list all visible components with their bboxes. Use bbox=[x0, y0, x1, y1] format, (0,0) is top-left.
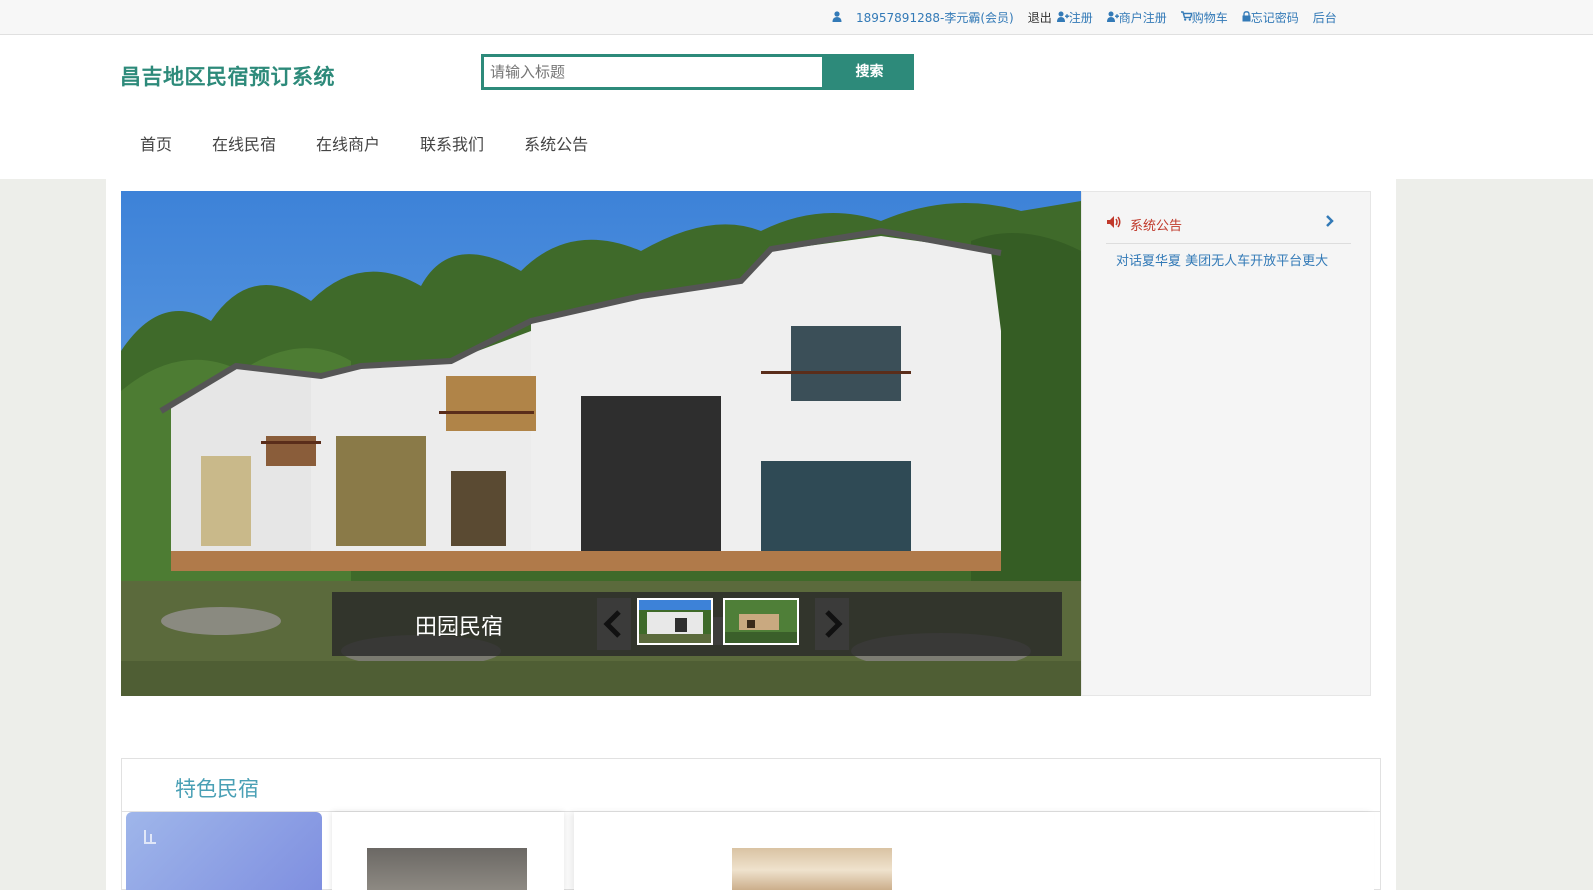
announcement-item[interactable]: 对话夏华夏 美团无人车开放平台更大 bbox=[1116, 250, 1328, 269]
announcement-header[interactable]: 系统公告 bbox=[1106, 212, 1351, 244]
cart-icon bbox=[1180, 11, 1193, 24]
carousel-thumb-1[interactable] bbox=[637, 598, 713, 645]
nav-item-home[interactable]: 首页 bbox=[120, 133, 192, 157]
search-input[interactable] bbox=[481, 54, 825, 90]
carousel-caption-bar: 田园民宿 bbox=[332, 592, 1062, 656]
logout-link[interactable]: 退出 bbox=[1028, 9, 1052, 26]
cart-link[interactable]: 购物车 bbox=[1192, 9, 1228, 26]
carousel-next-button[interactable] bbox=[815, 598, 849, 650]
nav-item-homestays[interactable]: 在线民宿 bbox=[192, 133, 296, 157]
featured-homestays-section: 特色民宿 bbox=[121, 758, 1381, 890]
register-link[interactable]: 注册 bbox=[1069, 9, 1093, 26]
featured-card[interactable] bbox=[332, 812, 564, 890]
announcement-title: 系统公告 bbox=[1130, 219, 1183, 234]
admin-link[interactable]: 后台 bbox=[1313, 9, 1337, 26]
speaker-icon bbox=[1107, 216, 1121, 228]
header: 昌吉地区民宿预订系统 搜索 首页 在线民宿 在线商户 联系我们 系统公告 bbox=[0, 35, 1593, 179]
top-bar: 18957891288-李元霸(会员) 退出 注册 商户注册 购物车 忘记密码 … bbox=[0, 0, 1593, 35]
merchant-add-icon bbox=[1106, 11, 1119, 25]
carousel-thumb-2[interactable] bbox=[723, 598, 799, 645]
featured-title: 特色民宿 bbox=[175, 777, 259, 801]
user-icon bbox=[832, 10, 842, 25]
homestay-carousel[interactable]: 田园民宿 bbox=[121, 191, 1081, 696]
featured-card[interactable] bbox=[574, 812, 1374, 890]
card-image bbox=[367, 848, 527, 890]
nav-item-contact[interactable]: 联系我们 bbox=[400, 133, 504, 157]
card-image bbox=[732, 848, 892, 890]
announcement-panel: 系统公告 对话夏华夏 美团无人车开放平台更大 bbox=[1081, 191, 1371, 696]
thumb-image bbox=[725, 600, 797, 643]
forgot-password-link[interactable]: 忘记密码 bbox=[1251, 9, 1299, 26]
thumb-image bbox=[639, 600, 711, 643]
chevron-left-icon bbox=[603, 610, 621, 638]
featured-card[interactable] bbox=[126, 812, 322, 890]
top-links: 18957891288-李元霸(会员) 退出 注册 商户注册 购物车 忘记密码 … bbox=[832, 9, 1337, 26]
carousel-prev-button[interactable] bbox=[597, 598, 631, 650]
merchant-register-link[interactable]: 商户注册 bbox=[1119, 9, 1167, 26]
site-title[interactable]: 昌吉地区民宿预订系统 bbox=[120, 61, 335, 91]
search-button[interactable]: 搜索 bbox=[825, 54, 914, 90]
nav-item-merchants[interactable]: 在线商户 bbox=[296, 133, 400, 157]
carousel-caption: 田园民宿 bbox=[415, 615, 504, 640]
user-add-icon bbox=[1056, 11, 1069, 25]
lock-icon bbox=[1242, 10, 1251, 25]
chevron-right-icon bbox=[825, 610, 843, 638]
main-nav: 首页 在线民宿 在线商户 联系我们 系统公告 bbox=[120, 133, 608, 157]
chevron-right-icon[interactable] bbox=[1325, 213, 1335, 232]
user-info-link[interactable]: 18957891288-李元霸(会员) bbox=[856, 9, 1014, 26]
nav-item-announcements[interactable]: 系统公告 bbox=[504, 133, 608, 157]
card-logo-icon bbox=[144, 830, 156, 844]
